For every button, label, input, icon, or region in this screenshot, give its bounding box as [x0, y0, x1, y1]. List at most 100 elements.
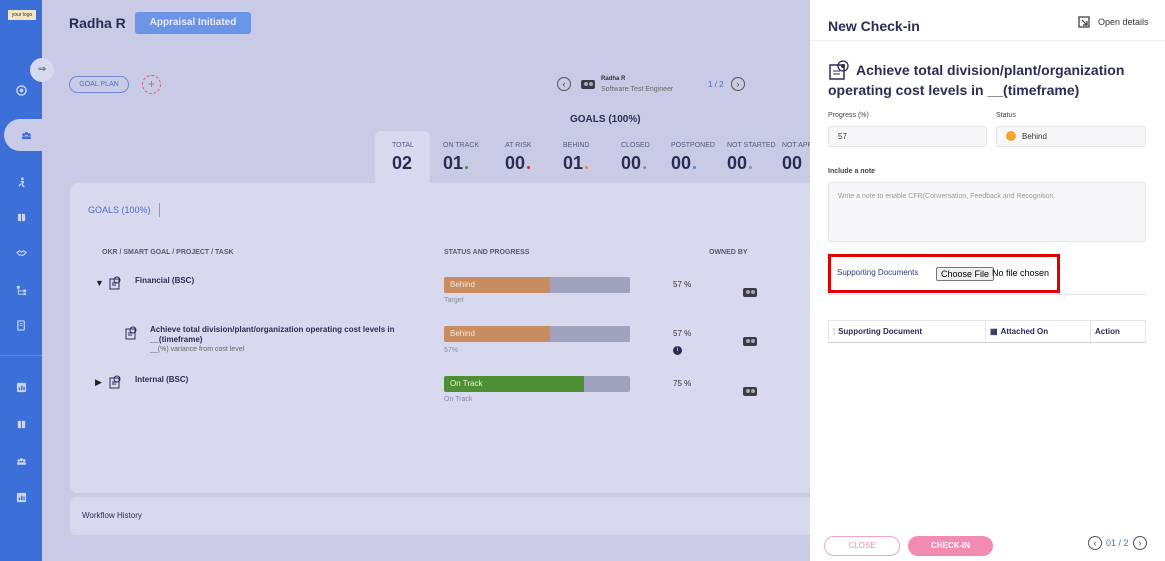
progress-bar: Behind [444, 277, 630, 293]
goal-title[interactable]: Financial (BSC) [135, 276, 194, 286]
stat-behind[interactable]: BEHIND 01 [563, 142, 589, 174]
next-employee-button[interactable]: › [731, 77, 745, 91]
stat-at-risk[interactable]: AT RISK 00 [505, 142, 532, 174]
progress-percent: 57 % [673, 329, 692, 338]
external-link-icon [1078, 16, 1090, 28]
previous-employee-button[interactable]: ‹ [557, 77, 571, 91]
library-icon[interactable] [0, 414, 42, 434]
sidebar: your logo ⇒ [0, 0, 54, 561]
goals-table-card: GOALS (100%) OKR / SMART GOAL / PROJECT … [70, 183, 810, 493]
stat-label: ON TRACK [443, 142, 480, 149]
tab-divider [159, 203, 160, 217]
stat-on-track[interactable]: ON TRACK 01 [443, 142, 479, 174]
column-header-attached-on[interactable]: ▦ Attached On [986, 321, 1091, 342]
goal-title[interactable]: Internal (BSC) [135, 375, 188, 385]
stat-not-started[interactable]: NOT STARTED 00 [727, 142, 776, 174]
main-content: Radha R Appraisal Initiated GOAL PLAN + … [42, 0, 810, 561]
stat-value: 01 [563, 153, 584, 173]
section-divider [828, 294, 1146, 295]
edit-document-icon[interactable] [0, 315, 42, 335]
analytics-icon[interactable] [0, 487, 42, 507]
hierarchy-icon[interactable] [0, 280, 42, 300]
previous-goal-button[interactable]: ‹ [1088, 536, 1102, 550]
stat-value: 00 [671, 153, 692, 173]
stat-closed[interactable]: CLOSED 00 [621, 142, 650, 174]
expand-caret-icon[interactable]: ▼ [95, 278, 104, 288]
note-textarea[interactable]: Write a note to enable CFR(Conversation,… [828, 182, 1146, 242]
progress-fill: Behind [444, 277, 551, 293]
workflow-history-section[interactable]: Workflow History [70, 497, 810, 535]
progress-percent: 57 % [673, 280, 692, 289]
close-button[interactable]: CLOSE [824, 536, 900, 556]
workflow-history-label: Workflow History [82, 511, 142, 520]
add-goal-button[interactable]: + [142, 75, 161, 94]
status-dot [527, 166, 531, 169]
header-divider [810, 40, 1165, 41]
next-goal-button[interactable]: › [1133, 536, 1147, 550]
stat-label: TOTAL [392, 142, 414, 149]
goal-plan-button[interactable]: GOAL PLAN [69, 76, 129, 93]
open-details-label: Open details [1098, 17, 1149, 27]
status-dot [693, 166, 697, 169]
dashboard-icon[interactable] [0, 80, 42, 100]
stat-value: 00 [621, 153, 642, 173]
goal-title: Achieve total division/plant/organizatio… [828, 62, 1125, 98]
sidebar-divider [0, 355, 42, 356]
owner-avatar [743, 337, 757, 346]
stat-label: BEHIND [563, 142, 590, 149]
column-header-document[interactable]: ¦ Supporting Document [829, 321, 986, 342]
stat-label: AT RISK [505, 142, 532, 149]
report-chart-icon[interactable] [0, 377, 42, 397]
employee-page-count: 1 / 2 [708, 80, 724, 89]
stat-value: 00 [505, 153, 526, 173]
status-value: Behind [1022, 132, 1047, 141]
expand-caret-icon[interactable]: ▶ [95, 377, 102, 388]
progress-bar: On Track [444, 376, 630, 392]
users-group-icon[interactable] [0, 451, 42, 471]
open-details-link[interactable]: Open details [1078, 16, 1149, 28]
check-in-panel: New Check-in Open details Achieve total … [810, 0, 1165, 561]
progress-fill: Behind [444, 326, 551, 342]
goals-summary-heading: GOALS (100%) [570, 114, 641, 125]
progress-input[interactable]: 57 [828, 126, 987, 147]
status-dot [643, 166, 647, 169]
status-dot [749, 166, 753, 169]
appraisal-status-badge: Appraisal Initiated [135, 12, 251, 34]
choose-file-button[interactable]: Choose File [936, 267, 995, 281]
panel-title: New Check-in [828, 18, 920, 34]
goals-tab[interactable]: GOALS (100%) [88, 205, 151, 215]
column-header-status: STATUS AND PROGRESS [444, 249, 530, 256]
progress-caption: 57% [444, 347, 459, 354]
goal-title[interactable]: Achieve total division/plant/organizatio… [150, 325, 415, 345]
stat-label: POSTPONED [671, 142, 715, 149]
owner-avatar [743, 387, 757, 396]
column-header-action: Action [1095, 327, 1120, 336]
progress-fill: On Track [444, 376, 584, 392]
employee-avatar [581, 80, 595, 89]
stat-value: 00 [727, 153, 748, 173]
stat-postponed[interactable]: POSTPONED 00 [671, 142, 715, 174]
book-icon[interactable] [0, 207, 42, 227]
status-dot [585, 166, 589, 169]
handshake-icon[interactable] [0, 242, 42, 262]
supporting-documents-field: Supporting Documents Choose File No file… [828, 254, 1060, 293]
supporting-documents-label: Supporting Documents [837, 268, 919, 277]
column-header-goal: OKR / SMART GOAL / PROJECT / TASK [102, 249, 234, 256]
column-label: Supporting Document [838, 327, 923, 336]
file-status: No file chosen [992, 268, 1050, 278]
status-label: Status [996, 112, 1016, 119]
stat-total[interactable]: TOTAL 02 [392, 142, 414, 174]
note-label: Include a note [828, 168, 876, 175]
info-icon[interactable]: i [673, 346, 682, 355]
stat-value: 02 [392, 153, 413, 173]
status-select[interactable]: Behind [996, 126, 1146, 147]
owner-avatar [743, 288, 757, 297]
progress-label: Progress (%) [828, 112, 869, 119]
stat-not-applicable[interactable]: NOT APP 00 [782, 142, 810, 174]
check-in-button[interactable]: CHECK-IN [908, 536, 993, 556]
column-label: Attached On [1000, 327, 1049, 336]
progress-caption: Target [444, 297, 464, 304]
person-run-icon[interactable] [0, 172, 42, 192]
company-logo: your logo [8, 10, 36, 20]
status-dot [1006, 130, 1016, 141]
